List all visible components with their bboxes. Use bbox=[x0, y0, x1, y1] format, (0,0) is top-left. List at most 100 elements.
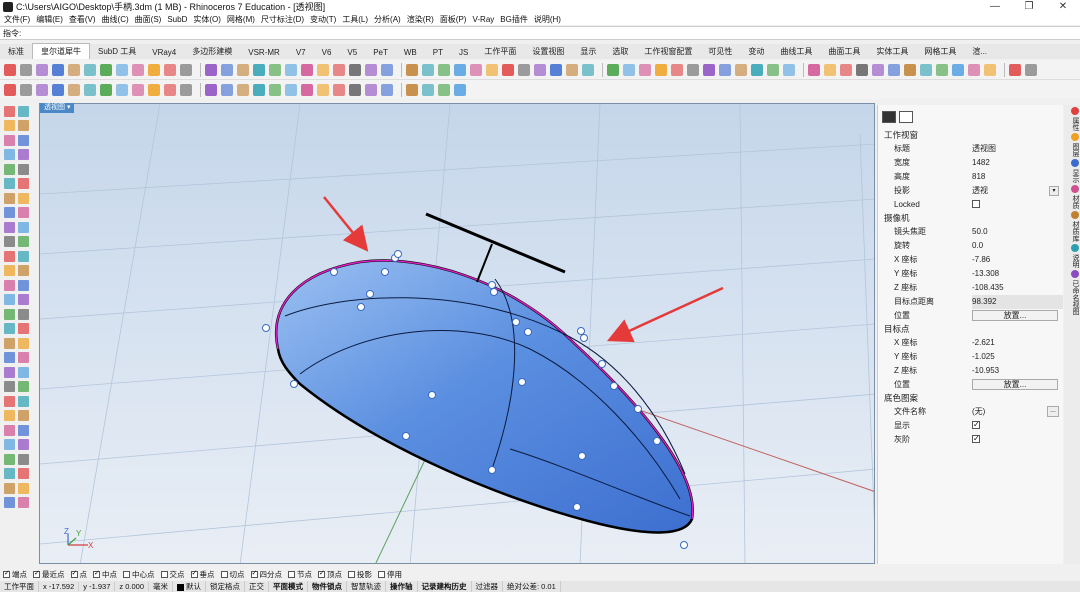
palette-tool-icon[interactable] bbox=[4, 134, 15, 146]
main-toolbar-tool-icon[interactable] bbox=[285, 63, 297, 76]
palette-tool-icon[interactable] bbox=[18, 410, 29, 422]
main-toolbar-tool-icon[interactable] bbox=[20, 63, 32, 76]
palette-tool-icon[interactable] bbox=[18, 453, 29, 465]
palette-tool-icon[interactable] bbox=[4, 497, 15, 509]
main-toolbar-tool-icon[interactable] bbox=[52, 63, 64, 76]
main-toolbar-tool-icon[interactable] bbox=[607, 63, 619, 76]
menu-bg-plugin[interactable]: BG插件 bbox=[500, 14, 528, 25]
main-toolbar-tool-icon[interactable] bbox=[952, 63, 964, 76]
property-value[interactable]: 透视图 bbox=[972, 142, 1063, 156]
palette-tool-icon[interactable] bbox=[4, 236, 15, 248]
palette-tool-icon[interactable] bbox=[4, 149, 15, 161]
palette-tool-icon[interactable] bbox=[4, 221, 15, 233]
main-toolbar-tool-icon[interactable] bbox=[301, 63, 313, 76]
palette-tool-icon[interactable] bbox=[18, 497, 29, 509]
secondary-toolbar-tool-icon[interactable] bbox=[180, 83, 192, 96]
palette-tool-icon[interactable] bbox=[18, 366, 29, 378]
osnap-7[interactable]: 切点 bbox=[220, 569, 245, 580]
palette-tool-icon[interactable] bbox=[18, 221, 29, 233]
main-toolbar-tool-icon[interactable] bbox=[180, 63, 192, 76]
property-value[interactable]: 放置... bbox=[972, 309, 1063, 323]
main-toolbar-tool-icon[interactable] bbox=[365, 63, 377, 76]
main-toolbar-tool-icon[interactable] bbox=[237, 63, 249, 76]
perspective-viewport[interactable]: Z X Y bbox=[39, 103, 875, 564]
property-value[interactable]: 放置... bbox=[972, 378, 1063, 392]
main-toolbar-tool-icon[interactable] bbox=[253, 63, 265, 76]
palette-tool-icon[interactable] bbox=[18, 381, 29, 393]
palette-tool-icon[interactable] bbox=[4, 163, 15, 175]
toolbar-tab-3[interactable]: VRay4 bbox=[144, 46, 184, 59]
palette-tool-icon[interactable] bbox=[4, 366, 15, 378]
main-toolbar-tool-icon[interactable] bbox=[148, 63, 160, 76]
osnap-9[interactable]: 节点 bbox=[288, 569, 312, 580]
secondary-toolbar-tool-icon[interactable] bbox=[381, 83, 393, 96]
toolbar-tab-15[interactable]: 显示 bbox=[572, 44, 604, 59]
toolbar-tab-7[interactable]: V6 bbox=[314, 46, 340, 59]
palette-tool-icon[interactable] bbox=[4, 308, 15, 320]
property-value[interactable]: -1.025 bbox=[972, 350, 1063, 364]
main-toolbar-tool-icon[interactable] bbox=[406, 63, 418, 76]
osnap-8[interactable]: 四分点 bbox=[250, 569, 282, 580]
palette-tool-icon[interactable] bbox=[4, 265, 15, 277]
palette-tool-icon[interactable] bbox=[4, 294, 15, 306]
osnap-6[interactable]: 垂点 bbox=[190, 569, 215, 580]
palette-tool-icon[interactable] bbox=[4, 395, 15, 407]
maximize-button[interactable]: ❐ bbox=[1012, 1, 1046, 12]
main-toolbar-tool-icon[interactable] bbox=[703, 63, 715, 76]
palette-tool-icon[interactable] bbox=[18, 395, 29, 407]
chevron-down-icon[interactable]: ▾ bbox=[1049, 186, 1059, 196]
toolbar-tab-11[interactable]: PT bbox=[425, 46, 451, 59]
main-toolbar-tool-icon[interactable] bbox=[566, 63, 578, 76]
palette-tool-icon[interactable] bbox=[4, 482, 15, 494]
side-tab-5[interactable]: 说明 bbox=[1065, 244, 1079, 268]
toolbar-tab-17[interactable]: 工作视窗配置 bbox=[636, 44, 700, 59]
menu-solid[interactable]: 实体(O) bbox=[193, 14, 221, 25]
osnap-0[interactable]: 端点 bbox=[3, 569, 27, 580]
secondary-toolbar-tool-icon[interactable] bbox=[301, 83, 313, 96]
main-toolbar-tool-icon[interactable] bbox=[904, 63, 916, 76]
secondary-toolbar-tool-icon[interactable] bbox=[221, 83, 233, 96]
toolbar-tab-19[interactable]: 变动 bbox=[740, 44, 772, 59]
toolbar-tab-16[interactable]: 选取 bbox=[604, 44, 636, 59]
main-toolbar-tool-icon[interactable] bbox=[518, 63, 530, 76]
toolbar-tab-20[interactable]: 曲线工具 bbox=[772, 44, 820, 59]
main-toolbar-tool-icon[interactable] bbox=[1009, 63, 1021, 76]
osnap-3[interactable]: 中点 bbox=[93, 569, 117, 580]
osnap-checkbox[interactable] bbox=[70, 569, 78, 578]
menu-tools[interactable]: 工具(L) bbox=[342, 14, 368, 25]
side-tab-2[interactable]: 显示 bbox=[1065, 159, 1079, 183]
palette-tool-icon[interactable] bbox=[18, 192, 29, 204]
main-toolbar-tool-icon[interactable] bbox=[687, 63, 699, 76]
secondary-toolbar-tool-icon[interactable] bbox=[52, 83, 64, 96]
toolbar-tab-5[interactable]: VSR-MR bbox=[240, 46, 288, 59]
main-toolbar-tool-icon[interactable] bbox=[317, 63, 329, 76]
menu-subd[interactable]: SubD bbox=[167, 15, 187, 24]
palette-tool-icon[interactable] bbox=[18, 294, 29, 306]
side-tab-1[interactable]: 图层 bbox=[1065, 133, 1079, 157]
secondary-toolbar-tool-icon[interactable] bbox=[68, 83, 80, 96]
main-toolbar-tool-icon[interactable] bbox=[486, 63, 498, 76]
viewport-title-tab[interactable]: 透视图 ▾ bbox=[40, 103, 75, 113]
osnap-1[interactable]: 最近点 bbox=[33, 569, 65, 580]
main-toolbar-tool-icon[interactable] bbox=[4, 63, 16, 76]
property-value[interactable] bbox=[972, 432, 1063, 447]
browse-button[interactable]: ... bbox=[1047, 406, 1059, 417]
status-toggle-0[interactable]: 锁定格点 bbox=[206, 581, 245, 592]
osnap-checkbox[interactable] bbox=[33, 569, 40, 578]
secondary-toolbar-tool-icon[interactable] bbox=[164, 83, 176, 96]
main-toolbar-tool-icon[interactable] bbox=[116, 63, 128, 76]
palette-tool-icon[interactable] bbox=[4, 250, 15, 262]
secondary-toolbar-tool-icon[interactable] bbox=[4, 83, 16, 96]
secondary-toolbar-tool-icon[interactable] bbox=[237, 83, 249, 96]
minimize-button[interactable]: — bbox=[978, 1, 1012, 12]
secondary-toolbar-tool-icon[interactable] bbox=[349, 83, 361, 96]
main-toolbar-tool-icon[interactable] bbox=[719, 63, 731, 76]
palette-tool-icon[interactable] bbox=[18, 482, 29, 494]
main-toolbar-tool-icon[interactable] bbox=[550, 63, 562, 76]
status-toggle-1[interactable]: 正交 bbox=[245, 581, 269, 592]
palette-tool-icon[interactable] bbox=[18, 468, 29, 480]
secondary-toolbar-tool-icon[interactable] bbox=[132, 83, 144, 96]
main-toolbar-tool-icon[interactable] bbox=[68, 63, 80, 76]
main-toolbar-tool-icon[interactable] bbox=[936, 63, 948, 76]
palette-tool-icon[interactable] bbox=[4, 207, 15, 219]
